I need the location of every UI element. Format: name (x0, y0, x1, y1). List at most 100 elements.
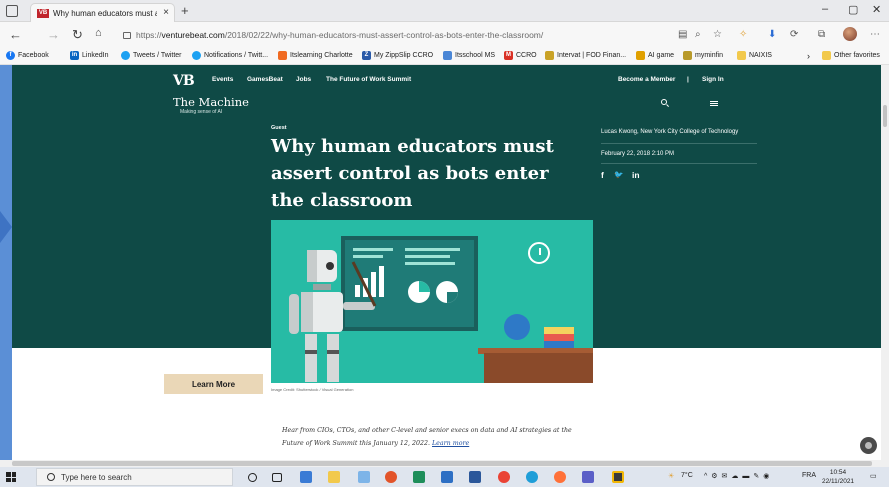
bookmark-tweets[interactable]: Tweets / Twitter (121, 51, 182, 60)
bookmark-facebook[interactable]: f Facebook (6, 51, 49, 60)
file-explorer-icon[interactable] (328, 471, 340, 483)
cortana-icon[interactable] (248, 473, 257, 482)
screen: VB Why human educators must asse × + – ▢… (0, 0, 889, 487)
article-date: February 22, 2018 2:10 PM (601, 151, 675, 157)
venturebeat-logo[interactable]: VB (173, 73, 195, 89)
facebook-share-icon[interactable]: f (601, 170, 604, 180)
horizontal-scrollbar[interactable] (0, 460, 889, 467)
bookmark-intervat[interactable]: Intervat | FOD Finan... (545, 51, 626, 60)
hamburger-menu-icon[interactable] (710, 101, 718, 106)
bookmark-ccro[interactable]: M CCRO (504, 51, 537, 60)
forward-icon[interactable]: → (47, 27, 60, 42)
refresh-icon[interactable]: ↻ (72, 27, 83, 43)
learn-more-button[interactable]: Learn More (164, 374, 263, 394)
url-path: /2018/02/22/why-human-educators-must-ass… (224, 30, 544, 40)
venturebeat-favicon: VB (37, 8, 49, 18)
app-icon[interactable] (300, 471, 312, 483)
article-author[interactable]: Lucas Kwong, New York City College of Te… (601, 129, 738, 135)
back-icon[interactable]: ← (9, 27, 22, 42)
become-member-link[interactable]: Become a Member (618, 76, 675, 83)
bookmark-linkedin[interactable]: in LinkedIn (70, 51, 108, 60)
chat-widget-button[interactable] (860, 437, 877, 454)
more-bookmarks-chevron-icon[interactable]: › (807, 51, 810, 61)
section-title[interactable]: The Machine (173, 95, 249, 109)
browser-tab-bar: VB Why human educators must asse × + – ▢… (0, 0, 889, 22)
bookmark-itslearning[interactable]: Itslearning Charlotte (278, 51, 353, 60)
minimize-button[interactable]: – (822, 3, 828, 15)
app-icon[interactable] (413, 471, 425, 483)
twitter-icon (121, 51, 130, 60)
page-viewport: VB Events GamesBeat Jobs The Future of W… (0, 65, 881, 460)
app-icon[interactable] (358, 471, 370, 483)
intro-learn-more-link[interactable]: Learn more (432, 440, 469, 447)
taskbar-search-input[interactable]: Type here to search (36, 468, 233, 486)
more-menu-icon[interactable]: ⋯ (870, 29, 880, 40)
vertical-scrollbar[interactable] (881, 65, 889, 460)
zippslip-icon: Z (362, 51, 371, 60)
intro-text: Hear from CIOs, CTOs, and other C-level … (282, 427, 572, 447)
section-subtitle: Making sense of AI (180, 109, 223, 115)
scrollbar-thumb[interactable] (883, 105, 887, 127)
teams-icon[interactable] (582, 471, 594, 483)
divider (601, 143, 757, 144)
bookmark-notifications[interactable]: Notifications / Twitt... (192, 51, 268, 60)
notification-icon[interactable]: ▭ (870, 472, 877, 480)
home-icon[interactable]: ⌂ (95, 27, 102, 39)
firefox-icon[interactable] (554, 471, 566, 483)
twitter-share-icon[interactable]: 🐦 (614, 170, 623, 179)
nav-events[interactable]: Events (212, 76, 233, 83)
myminfin-icon (683, 51, 692, 60)
system-tray-icons[interactable]: ^⚙✉☁▬✎◉ (704, 472, 773, 480)
bookmark-other-favorites[interactable]: Other favorites (822, 51, 880, 60)
article-category: Guest (271, 125, 287, 131)
collections-icon[interactable]: ⧉ (818, 29, 825, 40)
bookmark-itsschool[interactable]: Itsschool MS (443, 51, 495, 60)
nav-future-of-work[interactable]: The Future of Work Summit (326, 76, 411, 83)
windows-start-icon[interactable] (6, 472, 16, 482)
windows-taskbar: Type here to search ☀ 7°C ^⚙✉☁▬✎◉ FRA 10… (0, 467, 889, 487)
linkedin-icon: in (70, 51, 79, 60)
restore-button[interactable]: ▢ (848, 3, 858, 16)
edge-icon[interactable] (526, 471, 538, 483)
weather-temp[interactable]: 7°C (681, 472, 693, 479)
favorites-bar: f Facebook in LinkedIn Tweets / Twitter No… (0, 48, 889, 65)
browser-tab[interactable]: VB Why human educators must asse × (30, 3, 175, 22)
sync-icon[interactable]: ⟳ (790, 29, 798, 40)
app-icon[interactable] (441, 471, 453, 483)
book-graphic (544, 327, 574, 334)
tab-actions-icon[interactable] (6, 5, 18, 17)
bookmark-ai-game[interactable]: AI game (636, 51, 674, 60)
search-icon[interactable] (661, 99, 667, 105)
bookmark-myminfin[interactable]: myminfin (683, 51, 723, 60)
bookmark-zippslip[interactable]: Z My ZippSlip CCRO (362, 51, 433, 60)
reader-view-icon[interactable]: ▤ (678, 29, 687, 40)
language-indicator[interactable]: FRA (802, 472, 816, 479)
zoom-icon[interactable]: ⌕ (695, 29, 701, 40)
nav-jobs[interactable]: Jobs (296, 76, 311, 83)
app-icon[interactable] (469, 471, 481, 483)
close-window-button[interactable]: ✕ (872, 3, 881, 16)
bookmark-naixis[interactable]: NAIXIS (737, 51, 772, 60)
app-icon[interactable] (385, 471, 397, 483)
app-icon[interactable] (612, 471, 624, 483)
linkedin-share-icon[interactable]: in (632, 170, 640, 180)
extension-icon[interactable]: ✧ (739, 29, 747, 40)
taskbar-clock[interactable]: 10:54 22/11/2021 (822, 468, 854, 486)
tab-title: Why human educators must asse (53, 8, 157, 18)
chrome-icon[interactable] (498, 471, 510, 483)
profile-avatar[interactable] (843, 27, 857, 41)
scrollbar-thumb[interactable] (12, 461, 872, 466)
intervat-icon (545, 51, 554, 60)
download-icon[interactable]: ⬇ (768, 29, 776, 40)
new-tab-button[interactable]: + (181, 3, 189, 18)
book-graphic (544, 334, 574, 341)
sign-in-link[interactable]: Sign In (702, 76, 724, 83)
favorite-star-icon[interactable]: ☆ (713, 29, 722, 40)
book-graphic (544, 341, 574, 348)
clock-time: 10:54 (829, 469, 847, 476)
task-view-icon[interactable] (272, 473, 282, 482)
address-bar[interactable]: https://venturebeat.com/2018/02/22/why-h… (123, 26, 668, 44)
nav-gamesbeat[interactable]: GamesBeat (247, 76, 283, 83)
close-tab-icon[interactable]: × (163, 7, 169, 18)
weather-icon[interactable]: ☀ (668, 472, 674, 480)
